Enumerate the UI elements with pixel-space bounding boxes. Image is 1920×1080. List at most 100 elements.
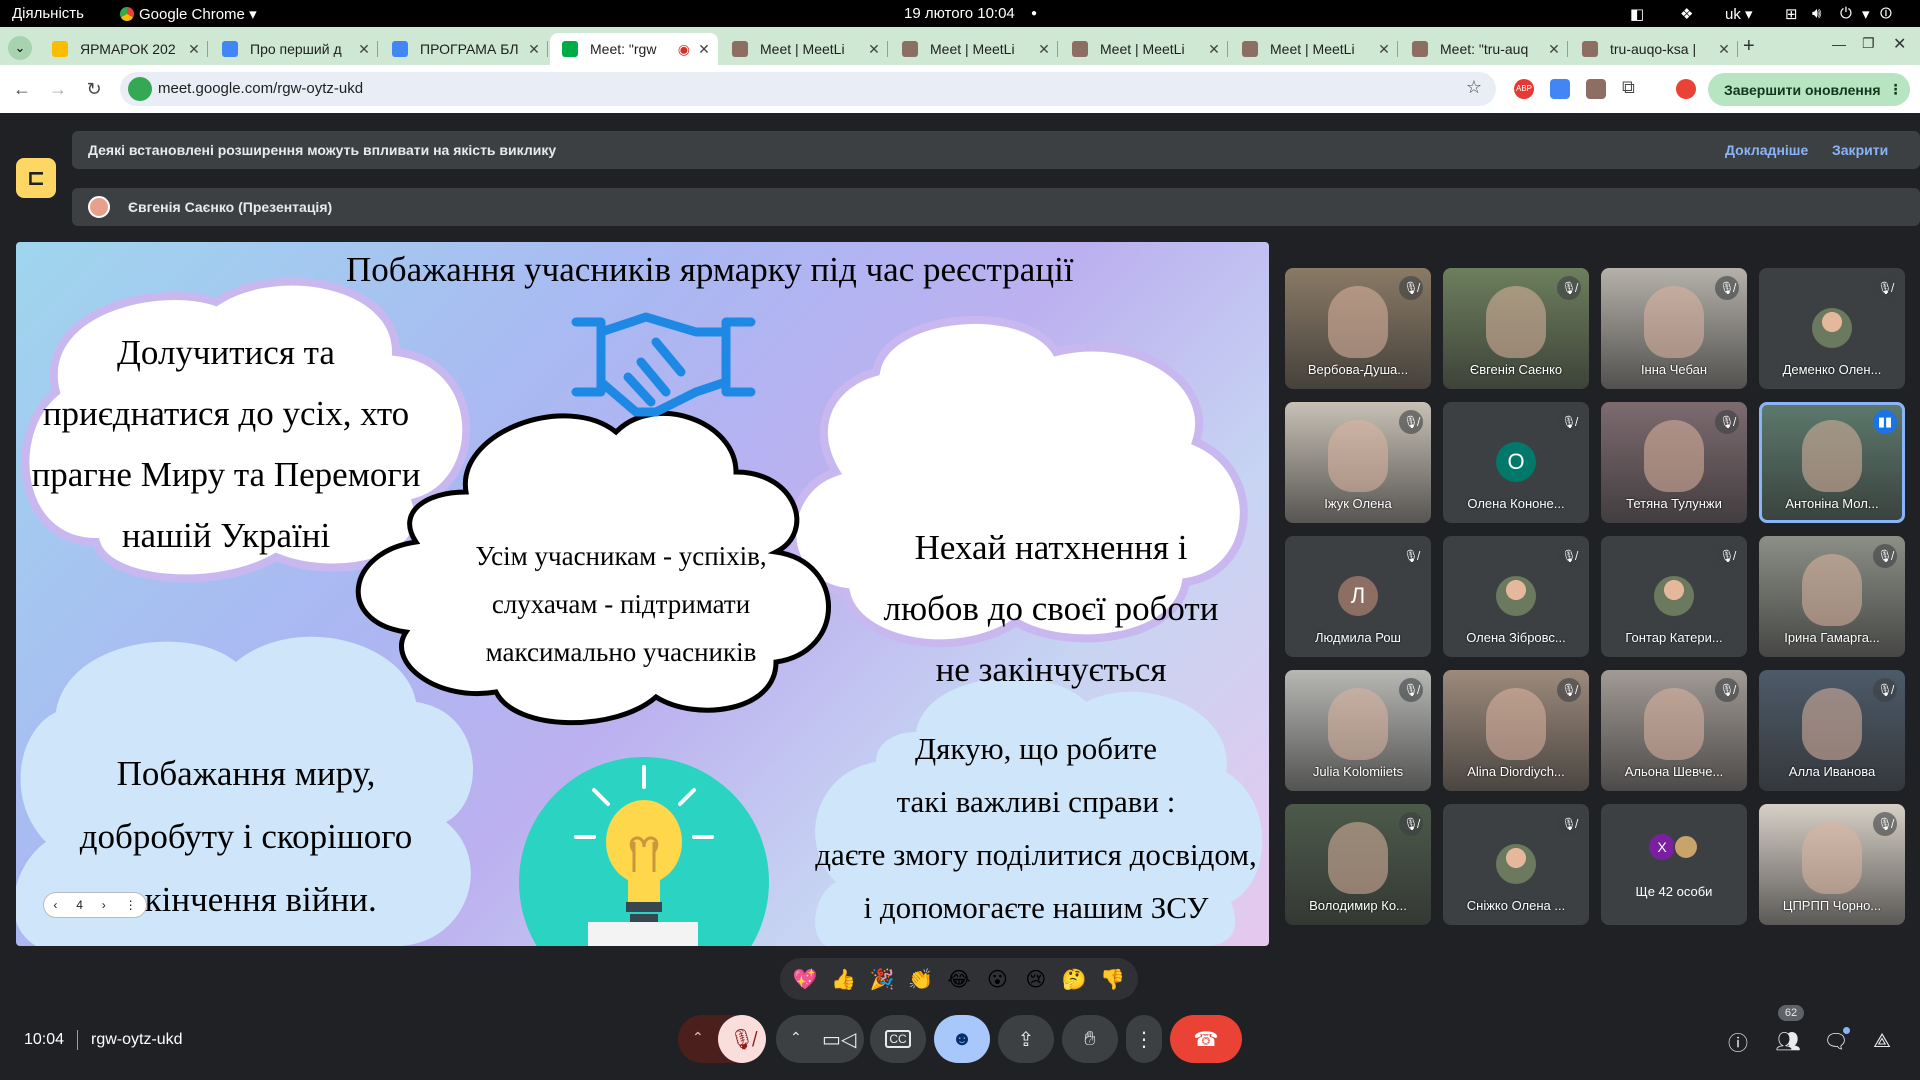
mic-off-button[interactable]: 🎙︎̸ — [718, 1015, 766, 1063]
participant-tile[interactable]: 🎙︎̸ Alina Diordiych... — [1443, 670, 1589, 791]
next-slide-icon[interactable]: › — [102, 898, 106, 912]
chevron-up-icon[interactable]: ⌃ — [790, 1029, 802, 1046]
close-tab-icon[interactable]: ✕ — [1546, 41, 1562, 58]
participant-tile[interactable]: 🎙︎̸ Алла Иванова — [1759, 670, 1905, 791]
more-options-button[interactable]: ⋮ — [1126, 1015, 1162, 1063]
people-button[interactable]: 👥︎ 62 — [1772, 1005, 1804, 1057]
bookmark-star-icon[interactable]: ☆ — [1466, 77, 1482, 98]
clock[interactable]: 19 лютого 10:04 — [904, 5, 1015, 22]
close-tab-icon[interactable]: ✕ — [526, 41, 542, 58]
reaction-emoji[interactable]: 🤔 — [1059, 967, 1089, 992]
new-tab-button[interactable]: + — [1743, 35, 1755, 58]
participant-tile[interactable]: 🎙︎̸ Альона Шевче... — [1601, 670, 1747, 791]
close-tab-icon[interactable]: ✕ — [1716, 41, 1732, 58]
restore-icon[interactable]: ❐ — [1862, 35, 1875, 52]
url-text[interactable]: meet.google.com/rgw-oytz-ukd — [158, 80, 363, 97]
accessibility-icon[interactable]: ⏼ — [1880, 5, 1892, 22]
participant-tile[interactable]: ▮▮ Антоніна Мол... — [1759, 402, 1905, 523]
extensions-puzzle-icon[interactable]: ⧉ — [1622, 77, 1642, 97]
close-tab-icon[interactable]: ✕ — [866, 41, 882, 58]
participant-tile[interactable]: 🎙︎̸ Ірина Гамарга... — [1759, 536, 1905, 657]
tab-search-button[interactable]: ⌄ — [8, 36, 32, 60]
raise-hand-button[interactable]: ✋︎ — [1062, 1015, 1118, 1063]
close-tab-icon[interactable]: ✕ — [1206, 41, 1222, 58]
tab-owl[interactable]: Meet | MeetLi ✕ — [890, 33, 1058, 65]
close-window-icon[interactable]: ✕ — [1893, 34, 1906, 54]
activities-button[interactable]: ⟁ — [1866, 1025, 1898, 1057]
participant-tile[interactable]: 🎙︎̸ Julia Kolomiiets — [1285, 670, 1431, 791]
participant-tile[interactable]: 🎙︎̸ Тетяна Тулунжи — [1601, 402, 1747, 523]
reaction-emoji[interactable]: 💖 — [790, 967, 820, 992]
reload-icon[interactable]: ↻ — [78, 73, 110, 105]
volume-icon[interactable]: 🔊︎ — [1812, 5, 1821, 22]
mail-indicator-icon[interactable]: ◧ — [1630, 5, 1644, 23]
finish-update-button[interactable]: Завершити оновлення ⋮ — [1708, 73, 1910, 106]
reaction-emoji[interactable]: 👏 — [906, 967, 936, 992]
address-bar[interactable]: meet.google.com/rgw-oytz-ukd ☆ — [120, 72, 1496, 106]
participant-tile[interactable]: 🎙︎̸ Сніжко Олена ... — [1443, 804, 1589, 925]
finish-update-label: Завершити оновлення — [1724, 81, 1881, 98]
profile-avatar[interactable] — [1676, 79, 1696, 99]
translate-icon[interactable] — [1550, 79, 1570, 99]
tab-owl[interactable]: Meet | MeetLi ✕ — [1230, 33, 1398, 65]
learn-more-link[interactable]: Докладніше — [1725, 142, 1808, 158]
reaction-emoji[interactable]: 👎 — [1098, 967, 1128, 992]
reaction-emoji[interactable]: 🎉 — [867, 967, 897, 992]
adblock-icon[interactable]: ABP — [1514, 79, 1534, 99]
captions-button[interactable]: CC — [870, 1015, 926, 1063]
minimize-icon[interactable]: — — [1832, 36, 1846, 52]
tab-title: Meet | MeetLi — [1270, 41, 1355, 57]
forward-icon[interactable]: → — [42, 73, 74, 105]
network-icon[interactable]: ⊞ — [1785, 5, 1798, 23]
tab-owl[interactable]: Meet | MeetLi ✕ — [720, 33, 888, 65]
participant-tile[interactable]: О 🎙︎̸ Олена Кононе... — [1443, 402, 1589, 523]
participant-tile[interactable]: 🎙︎̸ Євгенія Саєнко — [1443, 268, 1589, 389]
app-menu[interactable]: Google Chrome ▾ — [120, 5, 257, 23]
participant-tile[interactable]: Л 🎙︎̸ Людмила Рош — [1285, 536, 1431, 657]
site-info-icon[interactable] — [128, 77, 152, 101]
participant-tile[interactable]: 🎙︎̸ ЦПРПП Чорно... — [1759, 804, 1905, 925]
reaction-emoji[interactable]: 😮 — [982, 967, 1012, 992]
reaction-emoji[interactable]: 😂 — [944, 967, 974, 992]
close-tab-icon[interactable]: ✕ — [186, 41, 202, 58]
participant-tile[interactable]: 🎙︎̸ Олена Зібровс... — [1443, 536, 1589, 657]
participant-tile[interactable]: 🎙︎̸ Деменко Олен... — [1759, 268, 1905, 389]
close-banner-button[interactable]: Закрити — [1832, 142, 1888, 158]
activities-button[interactable]: Діяльність — [12, 5, 84, 22]
camera-button[interactable]: ▭◁ — [822, 1027, 856, 1052]
language-indicator[interactable]: uk ▾ — [1725, 5, 1753, 23]
meeting-info-button[interactable]: ⓘ — [1722, 1025, 1754, 1057]
close-tab-icon[interactable]: ✕ — [1036, 41, 1052, 58]
present-screen-button[interactable]: ⇪ — [998, 1015, 1054, 1063]
participant-tile[interactable]: 🎙︎̸ Володимир Ко... — [1285, 804, 1431, 925]
slide-menu-icon[interactable]: ⋮ — [125, 898, 137, 912]
participant-tile[interactable]: Х Ще 42 особи — [1601, 804, 1747, 925]
participant-tile[interactable]: 🎙︎̸ Іжук Олена — [1285, 402, 1431, 523]
chat-button[interactable]: 🗨︎ — [1820, 1025, 1852, 1057]
meeting-tools-icon[interactable]: ⊏ — [16, 158, 56, 198]
tab-docs[interactable]: ПРОГРАМА БЛ ✕ — [380, 33, 548, 65]
owl-extension-icon[interactable] — [1586, 79, 1606, 99]
reaction-emoji[interactable]: 😢 — [1021, 967, 1051, 992]
tab-owl[interactable]: Meet | MeetLi ✕ — [1060, 33, 1228, 65]
tab-owl[interactable]: tru-auqo-ksa | ✕ — [1570, 33, 1738, 65]
participant-tile[interactable]: 🎙︎̸ Гонтар Катери... — [1601, 536, 1747, 657]
tab-drive[interactable]: ЯРМАРОК 202 ✕ — [40, 33, 208, 65]
emoji-reactions-button[interactable]: ☻ — [934, 1015, 990, 1063]
power-icon[interactable]: ⏻ — [1840, 5, 1852, 22]
chevron-down-icon[interactable]: ▾ — [1862, 5, 1870, 23]
close-tab-icon[interactable]: ✕ — [1376, 41, 1392, 58]
close-tab-icon[interactable]: ✕ — [356, 41, 372, 58]
end-call-button[interactable]: ☎︎ — [1170, 1015, 1242, 1063]
participant-tile[interactable]: 🎙︎̸ Інна Чебан — [1601, 268, 1747, 389]
tab-owl[interactable]: Meet: "tru-auq ✕ — [1400, 33, 1568, 65]
dropbox-icon[interactable]: ❖ — [1680, 5, 1693, 23]
tab-meet[interactable]: Meet: "rgw ◉ ✕ — [550, 33, 718, 65]
participant-tile[interactable]: 🎙︎̸ Вербова-Душа... — [1285, 268, 1431, 389]
chevron-up-icon[interactable]: ⌃ — [692, 1029, 704, 1046]
reaction-emoji[interactable]: 👍 — [829, 967, 859, 992]
close-tab-icon[interactable]: ✕ — [696, 41, 712, 58]
tab-docs[interactable]: Про перший д ✕ — [210, 33, 378, 65]
previous-slide-icon[interactable]: ‹ — [53, 898, 57, 912]
back-icon[interactable]: ← — [6, 73, 38, 105]
